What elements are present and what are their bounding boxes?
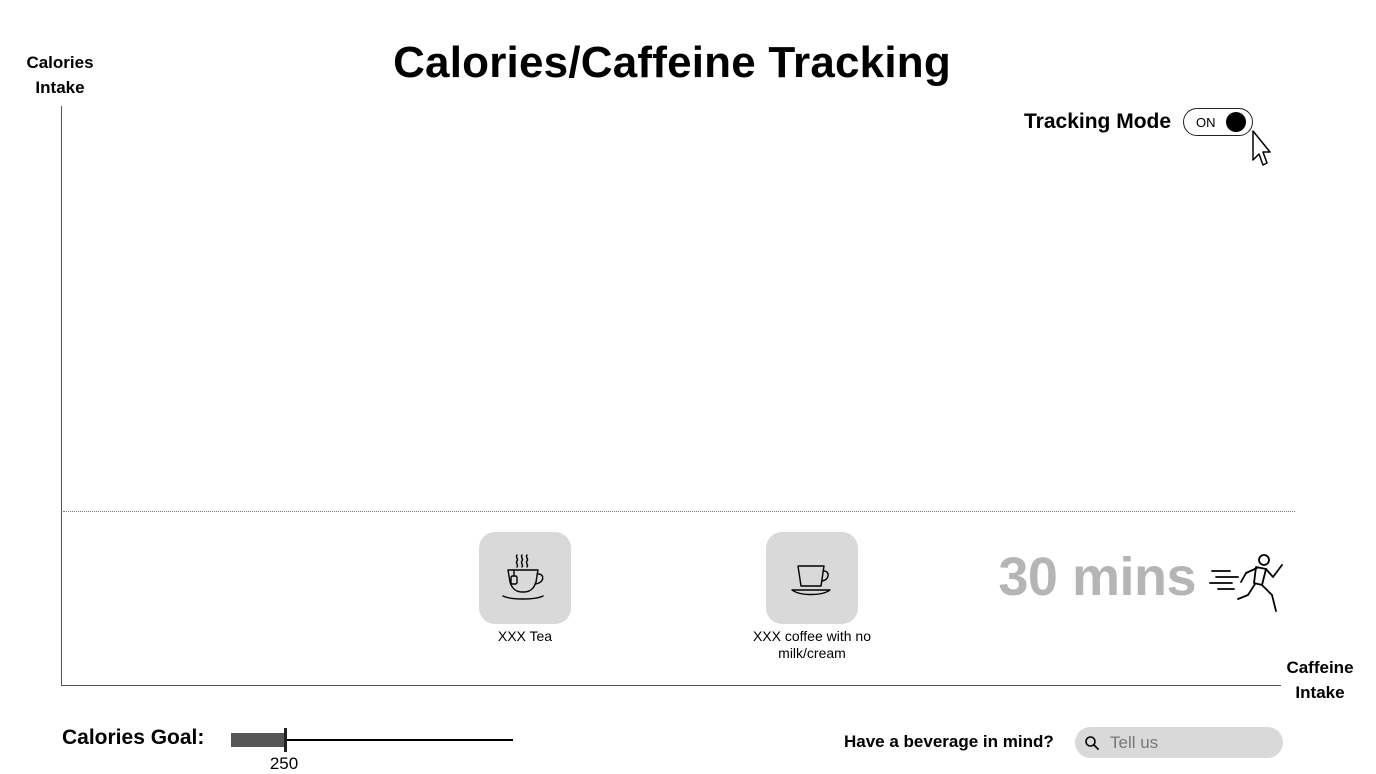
search-icon [1085,735,1099,750]
beverage-item-tea[interactable]: XXX Tea [466,532,584,645]
tracking-mode-label: Tracking Mode [1024,110,1172,133]
page-title: Calories/Caffeine Tracking [393,38,951,87]
exercise-duration: 30 mins [998,547,1196,607]
beverage-search-input[interactable] [1110,732,1270,753]
calories-goal-slider-fill [231,733,285,747]
beverage-label-tea: XXX Tea [497,628,553,644]
beverage-search-box[interactable] [1075,727,1283,758]
beverage-item-coffee[interactable]: XXX coffee with no milk/cream [738,532,886,662]
running-person-icon [1209,554,1283,612]
y-axis-label: Calories Intake [26,53,94,97]
beverage-search-label: Have a beverage in mind? [844,732,1054,751]
beverage-tile[interactable] [479,532,571,624]
x-axis-label: Caffeine Intake [1286,658,1354,702]
toggle-knob [1226,112,1247,132]
calories-goal-label: Calories Goal: [62,726,205,749]
beverage-tile[interactable] [766,532,858,624]
y-axis [61,106,62,686]
calories-goal-slider-thumb[interactable] [284,728,287,752]
coffee-cup-icon [791,565,831,596]
calories-goal-line [63,511,1295,512]
tracking-mode-toggle[interactable]: ON [1183,108,1254,136]
toggle-state-text: ON [1196,114,1216,130]
mouse-cursor-icon [1252,130,1271,166]
tea-cup-icon [502,554,544,600]
tracking-mode: Tracking Mode ON [1024,106,1254,138]
beverage-label-coffee: XXX coffee with no milk/cream [752,628,872,661]
x-axis [61,685,1281,686]
calories-goal-value: 250 [269,754,299,773]
